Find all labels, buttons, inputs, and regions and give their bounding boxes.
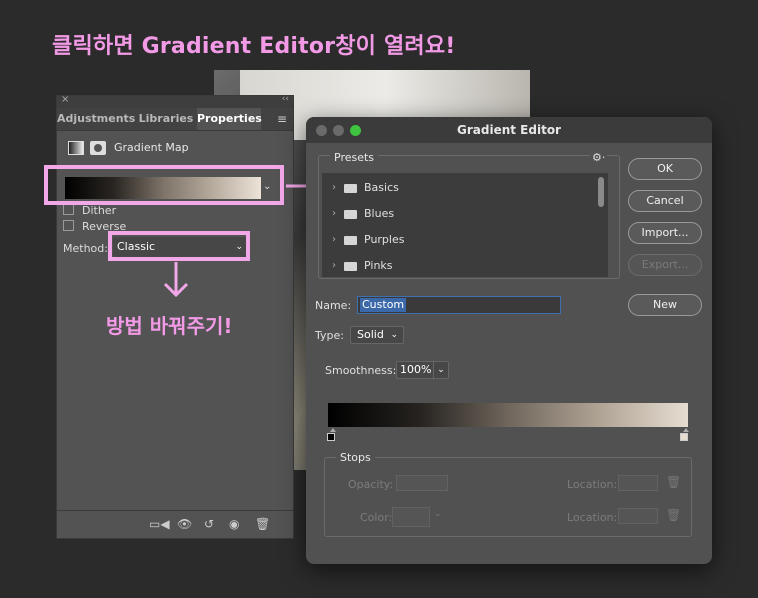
type-select[interactable]: Solid ⌄: [350, 326, 404, 344]
chevron-down-icon: ⌄: [390, 330, 398, 340]
delete-opacity-stop-icon[interactable]: 🗑: [666, 475, 681, 489]
chevron-down-icon[interactable]: ⌄: [433, 362, 448, 378]
color-stop-light[interactable]: [680, 433, 688, 441]
opacity-field[interactable]: [396, 475, 448, 491]
annotation-note: 방법 바꿔주기!: [106, 314, 233, 338]
dither-checkbox[interactable]: [63, 204, 74, 215]
reverse-checkbox[interactable]: [63, 220, 74, 231]
gradient-highlight-box: [44, 165, 284, 205]
smoothness-label: Smoothness:: [325, 364, 397, 377]
name-field[interactable]: Custom: [357, 296, 561, 314]
color-stop-pointer: [683, 428, 689, 432]
panel-menu-icon[interactable]: ≡: [277, 108, 287, 130]
tab-adjustments[interactable]: Adjustments: [57, 108, 135, 130]
panel-topbar: × ‹‹: [57, 94, 293, 108]
view-previous-icon[interactable]: 👁: [177, 517, 192, 531]
panel-close-icon[interactable]: ×: [61, 94, 69, 105]
panel-tabs: Adjustments Libraries Properties ≡: [57, 108, 293, 131]
adjustment-name: Gradient Map: [114, 141, 189, 154]
dialog-title: Gradient Editor: [457, 123, 561, 137]
folder-icon: [344, 262, 357, 271]
name-label: Name:: [315, 299, 352, 312]
gradient-bar[interactable]: [328, 403, 688, 427]
panel-collapse-icon[interactable]: ‹‹: [282, 94, 289, 104]
type-label: Type:: [315, 329, 344, 342]
arrow-down-icon: [163, 262, 189, 298]
smoothness-value: 100%: [400, 363, 432, 376]
tab-libraries[interactable]: Libraries: [137, 108, 195, 130]
preset-folder-pinks[interactable]: › Pinks: [322, 253, 592, 279]
preset-folder-label: Purples: [364, 233, 405, 246]
color-swatch[interactable]: [392, 507, 430, 527]
import-button[interactable]: Import...: [628, 222, 702, 244]
preset-list: › Basics › Blues › Purples › Pinks: [322, 173, 608, 277]
chevron-down-icon: ⌄: [434, 509, 442, 519]
folder-icon: [344, 184, 357, 193]
preset-folder-blues[interactable]: › Blues: [322, 201, 592, 227]
delete-color-stop-icon[interactable]: 🗑: [666, 508, 681, 522]
type-value: Solid: [357, 328, 384, 341]
ok-button[interactable]: OK: [628, 158, 702, 180]
chevron-right-icon[interactable]: ›: [332, 227, 336, 253]
opacity-label: Opacity:: [348, 478, 394, 491]
presets-label: Presets: [330, 151, 379, 164]
color-label: Color:: [360, 511, 393, 524]
panel-footer: ▭◀ 👁 ↺ ◉ 🗑: [57, 510, 293, 539]
preset-folder-purples[interactable]: › Purples: [322, 227, 592, 253]
method-highlight-box: [108, 231, 250, 261]
delete-icon[interactable]: 🗑: [255, 517, 270, 531]
folder-icon: [344, 236, 357, 245]
dither-label: Dither: [82, 204, 117, 217]
gradient-map-icon: [68, 141, 84, 155]
tab-properties[interactable]: Properties: [197, 108, 262, 130]
dialog-titlebar: Gradient Editor: [306, 117, 712, 143]
dither-checkbox-row[interactable]: Dither: [63, 204, 116, 218]
preset-folder-label: Pinks: [364, 259, 393, 272]
new-button[interactable]: New: [628, 294, 702, 316]
chevron-right-icon[interactable]: ›: [332, 201, 336, 227]
preset-folder-basics[interactable]: › Basics: [322, 175, 592, 201]
opacity-location-label: Location:: [567, 478, 618, 491]
color-location-field[interactable]: [618, 508, 658, 524]
reset-icon[interactable]: ↺: [204, 517, 214, 531]
layer-mask-icon[interactable]: [90, 141, 106, 155]
gradient-editor-dialog: Gradient Editor Presets ⚙‧ › Basics › Bl…: [306, 117, 712, 564]
color-location-label: Location:: [567, 511, 618, 524]
chevron-right-icon[interactable]: ›: [332, 175, 336, 201]
gear-icon[interactable]: ⚙‧: [590, 151, 608, 164]
color-stop-black[interactable]: [327, 433, 335, 441]
smoothness-field[interactable]: 100% ⌄: [396, 361, 449, 379]
name-value: Custom: [360, 298, 407, 312]
folder-icon: [344, 210, 357, 219]
clip-to-layer-icon[interactable]: ▭◀: [149, 517, 170, 531]
preset-folder-label: Basics: [364, 181, 399, 194]
color-stop-pointer: [330, 428, 336, 432]
method-label: Method:: [63, 242, 108, 255]
stops-group: [324, 457, 692, 537]
opacity-location-field[interactable]: [618, 475, 658, 491]
tutorial-headline: 클릭하면 Gradient Editor창이 열려요!: [52, 34, 456, 59]
cancel-button[interactable]: Cancel: [628, 190, 702, 212]
preset-scrollbar[interactable]: [598, 177, 604, 207]
preset-folder-label: Blues: [364, 207, 395, 220]
visibility-icon[interactable]: ◉: [229, 517, 239, 531]
export-button[interactable]: Export...: [628, 254, 702, 276]
chevron-right-icon[interactable]: ›: [332, 253, 336, 279]
stops-label: Stops: [336, 451, 375, 464]
